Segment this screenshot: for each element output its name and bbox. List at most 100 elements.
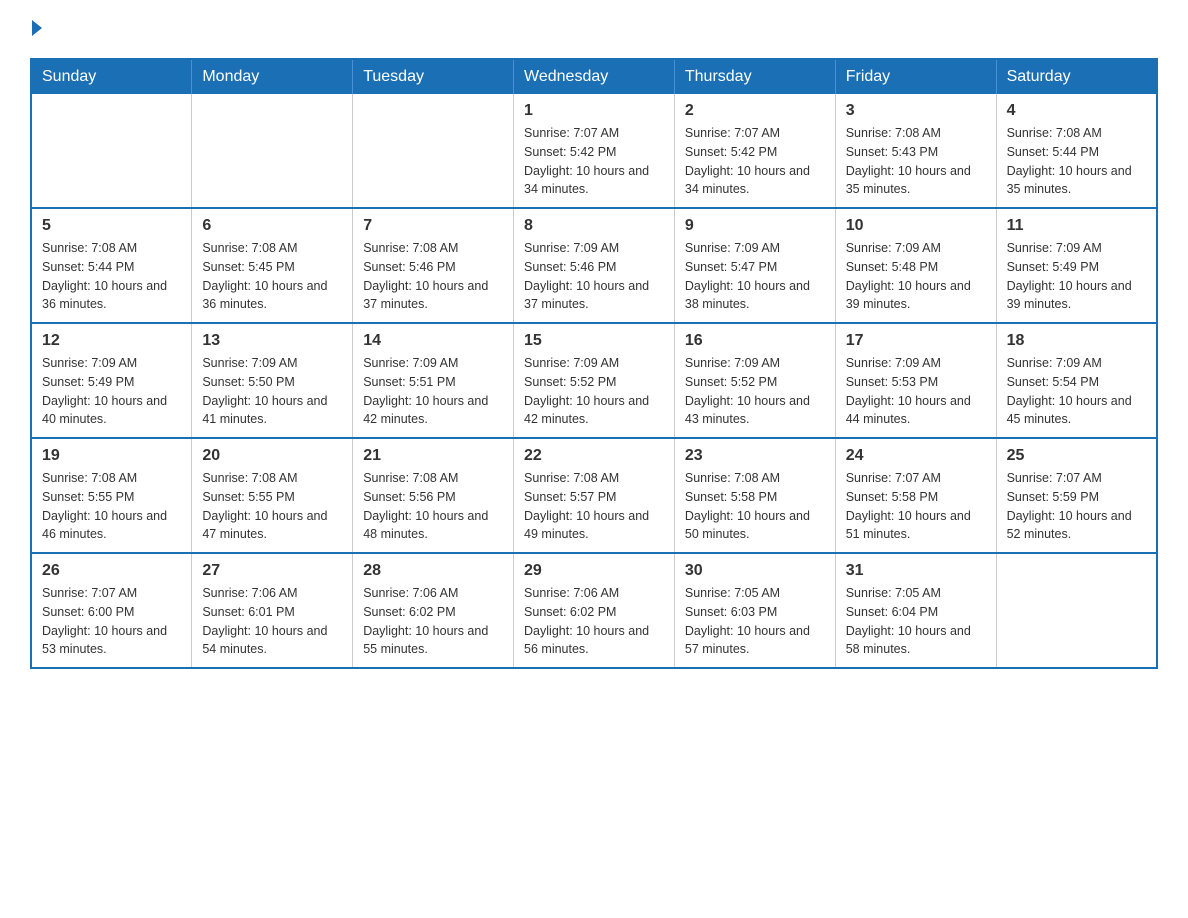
calendar-week-row: 12 Sunrise: 7:09 AM Sunset: 5:49 PM Dayli… bbox=[31, 323, 1157, 438]
day-of-week-header: Monday bbox=[192, 59, 353, 94]
calendar-day-cell: 1 Sunrise: 7:07 AM Sunset: 5:42 PM Daylig… bbox=[514, 94, 675, 208]
day-number: 20 bbox=[202, 447, 342, 465]
day-of-week-header: Tuesday bbox=[353, 59, 514, 94]
calendar-week-row: 5 Sunrise: 7:08 AM Sunset: 5:44 PM Daylig… bbox=[31, 208, 1157, 323]
calendar-day-cell: 25Sunrise: 7:07 AM Sunset: 5:59 PM Dayli… bbox=[996, 438, 1157, 553]
day-info: Sunrise: 7:09 AM Sunset: 5:54 PM Dayligh… bbox=[1007, 354, 1146, 429]
calendar-day-cell: 31 Sunrise: 7:05 AM Sunset: 6:04 PM Dayli… bbox=[835, 553, 996, 668]
day-number: 16 bbox=[685, 332, 825, 350]
calendar-header-row: SundayMondayTuesdayWednesdayThursdayFrid… bbox=[31, 59, 1157, 94]
day-number: 28 bbox=[363, 562, 503, 580]
calendar-day-cell: 14 Sunrise: 7:09 AM Sunset: 5:51 PM Dayli… bbox=[353, 323, 514, 438]
calendar-day-cell bbox=[192, 94, 353, 208]
day-number: 18 bbox=[1007, 332, 1146, 350]
day-info: Sunrise: 7:08 AM Sunset: 5:55 PM Dayligh… bbox=[42, 469, 181, 544]
day-number: 17 bbox=[846, 332, 986, 350]
calendar-day-cell: 15Sunrise: 7:09 AM Sunset: 5:52 PM Dayli… bbox=[514, 323, 675, 438]
day-info: Sunrise: 7:05 AM Sunset: 6:04 PM Dayligh… bbox=[846, 584, 986, 659]
day-of-week-header: Wednesday bbox=[514, 59, 675, 94]
calendar-week-row: 26Sunrise: 7:07 AM Sunset: 6:00 PM Dayli… bbox=[31, 553, 1157, 668]
day-info: Sunrise: 7:09 AM Sunset: 5:48 PM Dayligh… bbox=[846, 239, 986, 314]
day-number: 19 bbox=[42, 447, 181, 465]
calendar-day-cell: 9Sunrise: 7:09 AM Sunset: 5:47 PM Daylig… bbox=[674, 208, 835, 323]
day-number: 6 bbox=[202, 217, 342, 235]
calendar-day-cell: 17Sunrise: 7:09 AM Sunset: 5:53 PM Dayli… bbox=[835, 323, 996, 438]
day-info: Sunrise: 7:07 AM Sunset: 6:00 PM Dayligh… bbox=[42, 584, 181, 659]
calendar-day-cell: 21 Sunrise: 7:08 AM Sunset: 5:56 PM Dayli… bbox=[353, 438, 514, 553]
calendar-day-cell: 2Sunrise: 7:07 AM Sunset: 5:42 PM Daylig… bbox=[674, 94, 835, 208]
day-info: Sunrise: 7:07 AM Sunset: 5:42 PM Dayligh… bbox=[524, 124, 664, 199]
day-number: 31 bbox=[846, 562, 986, 580]
day-info: Sunrise: 7:09 AM Sunset: 5:52 PM Dayligh… bbox=[685, 354, 825, 429]
calendar-day-cell: 27Sunrise: 7:06 AM Sunset: 6:01 PM Dayli… bbox=[192, 553, 353, 668]
day-info: Sunrise: 7:09 AM Sunset: 5:49 PM Dayligh… bbox=[1007, 239, 1146, 314]
day-info: Sunrise: 7:06 AM Sunset: 6:01 PM Dayligh… bbox=[202, 584, 342, 659]
day-info: Sunrise: 7:07 AM Sunset: 5:58 PM Dayligh… bbox=[846, 469, 986, 544]
day-number: 22 bbox=[524, 447, 664, 465]
calendar-day-cell bbox=[353, 94, 514, 208]
calendar-day-cell: 20 Sunrise: 7:08 AM Sunset: 5:55 PM Dayli… bbox=[192, 438, 353, 553]
day-info: Sunrise: 7:09 AM Sunset: 5:51 PM Dayligh… bbox=[363, 354, 503, 429]
calendar-day-cell: 7Sunrise: 7:08 AM Sunset: 5:46 PM Daylig… bbox=[353, 208, 514, 323]
calendar-day-cell: 6 Sunrise: 7:08 AM Sunset: 5:45 PM Daylig… bbox=[192, 208, 353, 323]
calendar-day-cell: 10 Sunrise: 7:09 AM Sunset: 5:48 PM Dayli… bbox=[835, 208, 996, 323]
calendar-day-cell bbox=[996, 553, 1157, 668]
day-info: Sunrise: 7:08 AM Sunset: 5:57 PM Dayligh… bbox=[524, 469, 664, 544]
day-number: 23 bbox=[685, 447, 825, 465]
calendar-day-cell: 30Sunrise: 7:05 AM Sunset: 6:03 PM Dayli… bbox=[674, 553, 835, 668]
calendar-day-cell: 4Sunrise: 7:08 AM Sunset: 5:44 PM Daylig… bbox=[996, 94, 1157, 208]
calendar-day-cell: 19 Sunrise: 7:08 AM Sunset: 5:55 PM Dayli… bbox=[31, 438, 192, 553]
day-info: Sunrise: 7:08 AM Sunset: 5:43 PM Dayligh… bbox=[846, 124, 986, 199]
day-info: Sunrise: 7:08 AM Sunset: 5:55 PM Dayligh… bbox=[202, 469, 342, 544]
day-number: 7 bbox=[363, 217, 503, 235]
day-number: 13 bbox=[202, 332, 342, 350]
calendar-day-cell: 18 Sunrise: 7:09 AM Sunset: 5:54 PM Dayli… bbox=[996, 323, 1157, 438]
calendar-week-row: 19 Sunrise: 7:08 AM Sunset: 5:55 PM Dayli… bbox=[31, 438, 1157, 553]
day-number: 12 bbox=[42, 332, 181, 350]
day-number: 29 bbox=[524, 562, 664, 580]
day-info: Sunrise: 7:09 AM Sunset: 5:49 PM Dayligh… bbox=[42, 354, 181, 429]
logo bbox=[30, 20, 42, 38]
day-info: Sunrise: 7:06 AM Sunset: 6:02 PM Dayligh… bbox=[524, 584, 664, 659]
calendar-day-cell bbox=[31, 94, 192, 208]
calendar-day-cell: 29 Sunrise: 7:06 AM Sunset: 6:02 PM Dayli… bbox=[514, 553, 675, 668]
calendar-day-cell: 12 Sunrise: 7:09 AM Sunset: 5:49 PM Dayli… bbox=[31, 323, 192, 438]
day-number: 30 bbox=[685, 562, 825, 580]
day-number: 21 bbox=[363, 447, 503, 465]
day-info: Sunrise: 7:08 AM Sunset: 5:58 PM Dayligh… bbox=[685, 469, 825, 544]
day-number: 10 bbox=[846, 217, 986, 235]
day-number: 3 bbox=[846, 102, 986, 120]
calendar-day-cell: 23 Sunrise: 7:08 AM Sunset: 5:58 PM Dayli… bbox=[674, 438, 835, 553]
calendar-day-cell: 3 Sunrise: 7:08 AM Sunset: 5:43 PM Daylig… bbox=[835, 94, 996, 208]
calendar-day-cell: 8Sunrise: 7:09 AM Sunset: 5:46 PM Daylig… bbox=[514, 208, 675, 323]
day-info: Sunrise: 7:07 AM Sunset: 5:59 PM Dayligh… bbox=[1007, 469, 1146, 544]
day-number: 15 bbox=[524, 332, 664, 350]
calendar-day-cell: 13 Sunrise: 7:09 AM Sunset: 5:50 PM Dayli… bbox=[192, 323, 353, 438]
day-number: 2 bbox=[685, 102, 825, 120]
day-number: 24 bbox=[846, 447, 986, 465]
day-of-week-header: Thursday bbox=[674, 59, 835, 94]
calendar-day-cell: 28 Sunrise: 7:06 AM Sunset: 6:02 PM Dayli… bbox=[353, 553, 514, 668]
day-info: Sunrise: 7:08 AM Sunset: 5:45 PM Dayligh… bbox=[202, 239, 342, 314]
calendar-day-cell: 22 Sunrise: 7:08 AM Sunset: 5:57 PM Dayli… bbox=[514, 438, 675, 553]
day-number: 11 bbox=[1007, 217, 1146, 235]
day-info: Sunrise: 7:08 AM Sunset: 5:44 PM Dayligh… bbox=[42, 239, 181, 314]
calendar-table: SundayMondayTuesdayWednesdayThursdayFrid… bbox=[30, 58, 1158, 669]
day-number: 4 bbox=[1007, 102, 1146, 120]
calendar-day-cell: 5 Sunrise: 7:08 AM Sunset: 5:44 PM Daylig… bbox=[31, 208, 192, 323]
day-number: 14 bbox=[363, 332, 503, 350]
day-info: Sunrise: 7:08 AM Sunset: 5:56 PM Dayligh… bbox=[363, 469, 503, 544]
day-info: Sunrise: 7:06 AM Sunset: 6:02 PM Dayligh… bbox=[363, 584, 503, 659]
day-of-week-header: Saturday bbox=[996, 59, 1157, 94]
calendar-day-cell: 26Sunrise: 7:07 AM Sunset: 6:00 PM Dayli… bbox=[31, 553, 192, 668]
day-info: Sunrise: 7:09 AM Sunset: 5:50 PM Dayligh… bbox=[202, 354, 342, 429]
day-number: 8 bbox=[524, 217, 664, 235]
calendar-day-cell: 11 Sunrise: 7:09 AM Sunset: 5:49 PM Dayli… bbox=[996, 208, 1157, 323]
calendar-day-cell: 16 Sunrise: 7:09 AM Sunset: 5:52 PM Dayli… bbox=[674, 323, 835, 438]
day-number: 5 bbox=[42, 217, 181, 235]
day-number: 1 bbox=[524, 102, 664, 120]
logo-arrow-icon bbox=[32, 20, 42, 36]
day-info: Sunrise: 7:09 AM Sunset: 5:47 PM Dayligh… bbox=[685, 239, 825, 314]
day-of-week-header: Sunday bbox=[31, 59, 192, 94]
calendar-day-cell: 24 Sunrise: 7:07 AM Sunset: 5:58 PM Dayli… bbox=[835, 438, 996, 553]
